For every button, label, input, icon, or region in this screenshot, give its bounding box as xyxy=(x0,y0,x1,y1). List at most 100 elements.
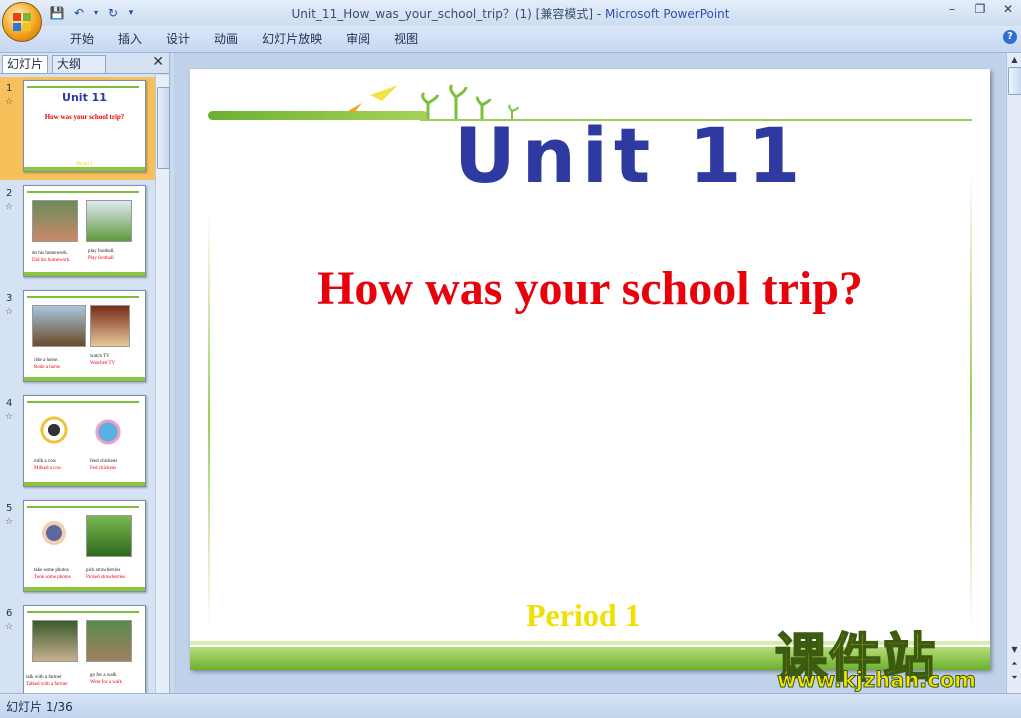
green-bottom xyxy=(24,587,145,591)
green-bar xyxy=(27,401,139,403)
tab-view[interactable]: 视图 xyxy=(382,31,430,47)
slide-number: 4 xyxy=(6,398,13,409)
caption-line: Milked a cow xyxy=(34,466,62,471)
photo-horse-riding xyxy=(32,305,86,347)
caption-line: watch TV xyxy=(90,354,110,359)
ribbon: 开始 插入 设计 动画 幻灯片放映 审阅 视图 ? xyxy=(0,26,1021,53)
caption-line: pick strawberries xyxy=(86,568,121,573)
slide-number: 5 xyxy=(6,503,13,514)
caption-left: do his homework. Did his homework. xyxy=(32,250,70,264)
caption-line: Fed chickens xyxy=(90,466,117,471)
pane-close-icon[interactable]: ✕ xyxy=(152,54,164,70)
slide-preview: ride a horse. Rode a horse watch TV Watche… xyxy=(23,290,146,382)
slide-thumbnail-list: 1 ☆ Unit 11 How was your school trip? Pe… xyxy=(0,75,155,693)
photo-pick-strawberries xyxy=(86,515,132,557)
caption-line: Rode a horse xyxy=(34,365,61,370)
slide-thumbnail[interactable]: 4 ☆ milk a cow Milked a cow feed chickens… xyxy=(0,392,155,495)
slide-number: 3 xyxy=(6,293,13,304)
slide-thumbnail[interactable]: 5 ☆ take some photos Took some photos pic… xyxy=(0,497,155,600)
photo-boy-football xyxy=(86,200,132,242)
thumb-subtitle: How was your school trip? xyxy=(44,113,125,121)
current-slide[interactable]: Unit 11 How was your school trip? Period… xyxy=(190,69,990,670)
tab-animations[interactable]: 动画 xyxy=(202,31,250,47)
caption-line: Took some photos xyxy=(34,575,71,580)
green-bar xyxy=(27,611,139,613)
cartoon-feed-chickens xyxy=(86,410,130,450)
green-bar xyxy=(27,506,139,508)
animation-star-icon: ☆ xyxy=(5,307,14,317)
tab-insert[interactable]: 插入 xyxy=(106,31,154,47)
pane-scrollbar-thumb[interactable] xyxy=(157,87,170,169)
caption-line: take some photos xyxy=(34,568,69,573)
slide-count: 幻灯片 1/36 xyxy=(6,700,73,714)
tab-slideshow[interactable]: 幻灯片放映 xyxy=(250,31,334,47)
watermark-url: www.kjzhan.com xyxy=(776,668,977,693)
tab-outline[interactable]: 大纲 xyxy=(52,55,106,73)
document-name: Unit_11_How_was_your_school_trip？(1) [兼容… xyxy=(291,7,605,21)
caption-right: watch TV Watched TV xyxy=(90,353,115,367)
tab-home[interactable]: 开始 xyxy=(58,31,106,47)
pane-tabs: 幻灯片 大纲 ✕ xyxy=(0,53,169,74)
green-bar xyxy=(27,191,139,193)
photo-boy-homework xyxy=(32,200,78,242)
canvas-scrollbar[interactable]: ▲ ▼ ⏶ ⏷ xyxy=(1006,53,1021,693)
status-bar: 幻灯片 1/36 xyxy=(0,693,1021,718)
caption-line: do his homework. xyxy=(32,251,68,256)
caption-line: play football. xyxy=(88,249,115,254)
caption-right: play football. Play football. xyxy=(88,248,115,262)
caption-line: go for a walk xyxy=(90,673,117,678)
slide-preview: talk with a farmer Talked with a farmer g… xyxy=(23,605,146,693)
slide-number: 6 xyxy=(6,608,13,619)
caption-right: go for a walk Went for a walk xyxy=(90,672,122,686)
slide-preview: Unit 11 How was your school trip? Period… xyxy=(23,80,146,172)
next-slide-icon[interactable]: ⏷ xyxy=(1009,673,1020,683)
green-bottom xyxy=(24,482,145,486)
slide-subtitle[interactable]: How was your school trip? xyxy=(190,261,990,316)
caption-line: Talked with a farmer xyxy=(26,682,68,687)
help-icon[interactable]: ? xyxy=(1003,30,1017,44)
tab-design[interactable]: 设计 xyxy=(154,31,202,47)
caption-line: Did his homework. xyxy=(32,258,71,263)
window-title: Unit_11_How_was_your_school_trip？(1) [兼容… xyxy=(0,5,1021,22)
slide-title[interactable]: Unit 11 xyxy=(454,111,806,200)
animation-star-icon: ☆ xyxy=(5,622,14,632)
pane-scrollbar[interactable] xyxy=(155,75,170,693)
caption-line: Went for a walk xyxy=(90,680,122,685)
title-bar: 💾 ↶ ▾ ↻ ▾ Unit_11_How_was_your_school_tr… xyxy=(0,0,1021,26)
slide-period[interactable]: Period 1 xyxy=(526,597,641,634)
scroll-down-icon[interactable]: ▼ xyxy=(1009,645,1020,654)
caption-line: Picked strawberries xyxy=(86,575,126,580)
cartoon-milk-cow xyxy=(32,410,76,450)
slide-canvas: Unit 11 How was your school trip? Period… xyxy=(174,53,1005,693)
caption-left: talk with a farmer Talked with a farmer xyxy=(26,674,68,688)
slide-thumbnail[interactable]: 1 ☆ Unit 11 How was your school trip? Pe… xyxy=(0,77,155,180)
previous-slide-icon[interactable]: ⏶ xyxy=(1009,659,1020,669)
caption-left: milk a cow Milked a cow xyxy=(34,458,62,472)
slide-thumbnail[interactable]: 6 ☆ talk with a farmer Talked with a farm… xyxy=(0,602,155,693)
green-bar xyxy=(27,86,139,88)
slide-thumbnail[interactable]: 2 ☆ do his homework. Did his homework. pl… xyxy=(0,182,155,285)
thumb-period: Period 1 xyxy=(76,161,93,166)
slide-preview: do his homework. Did his homework. play f… xyxy=(23,185,146,277)
canvas-scrollbar-thumb[interactable] xyxy=(1008,67,1021,95)
scroll-up-icon[interactable]: ▲ xyxy=(1009,55,1020,64)
caption-left: take some photos Took some photos xyxy=(34,567,71,581)
office-button[interactable] xyxy=(2,2,42,42)
tab-slides[interactable]: 幻灯片 xyxy=(2,55,49,73)
caption-line: Play football. xyxy=(88,256,115,261)
tab-review[interactable]: 审阅 xyxy=(334,31,382,47)
photo-go-walk xyxy=(86,620,132,662)
slide-preview: milk a cow Milked a cow feed chickens Fed … xyxy=(23,395,146,487)
restore-icon[interactable]: ❐ xyxy=(971,2,989,16)
minimize-icon[interactable]: – xyxy=(943,2,961,16)
animation-star-icon: ☆ xyxy=(5,412,14,422)
animation-star-icon: ☆ xyxy=(5,517,14,527)
close-window-icon[interactable]: ✕ xyxy=(999,2,1017,16)
photo-watch-tv xyxy=(90,305,130,347)
caption-line: Watched TV xyxy=(90,361,116,366)
green-bar xyxy=(27,296,139,298)
caption-line: feed chickens xyxy=(90,459,118,464)
slide-thumbnail[interactable]: 3 ☆ ride a horse. Rode a horse watch TV Wa… xyxy=(0,287,155,390)
slide-preview: take some photos Took some photos pick st… xyxy=(23,500,146,592)
caption-left: ride a horse. Rode a horse xyxy=(34,357,60,371)
